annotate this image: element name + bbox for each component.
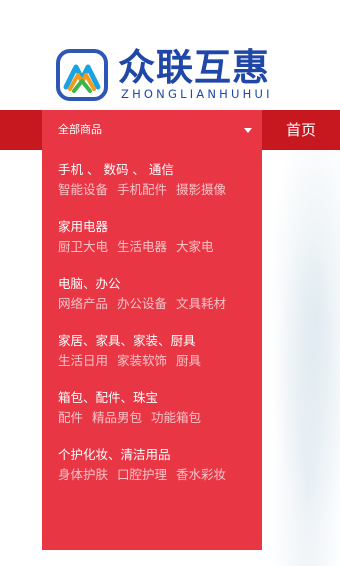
all-categories-label: 全部商品 — [58, 123, 102, 136]
subcategory-link[interactable]: 大家电 — [176, 239, 214, 254]
brand-pinyin: ZHONGLIANHUHUI — [121, 87, 273, 101]
subcategory-link[interactable]: 生活电器 — [117, 239, 167, 254]
background-decoration — [260, 150, 340, 566]
category-item-bags[interactable]: 箱包、配件、珠宝 配件 精品男包 功能箱包 — [58, 389, 258, 429]
category-item-computers[interactable]: 电脑、办公 网络产品 办公设备 文具耗材 — [58, 275, 258, 315]
category-title[interactable]: 箱包、配件、珠宝 — [58, 389, 158, 407]
site-logo[interactable]: 众联互惠 ZHONGLIANHUHUI — [56, 46, 288, 106]
category-title[interactable]: 家用电器 — [58, 218, 108, 236]
subcategory-link[interactable]: 文具耗材 — [176, 296, 226, 311]
category-title[interactable]: 手机 、 数码 、 通信 — [58, 161, 174, 179]
category-sub-links: 厨卫大电 生活电器 大家电 — [58, 236, 223, 256]
category-sub-links: 网络产品 办公设备 文具耗材 — [58, 293, 235, 313]
subcategory-link[interactable]: 家装软饰 — [117, 353, 167, 368]
category-title[interactable]: 电脑、办公 — [58, 275, 121, 293]
subcategory-link[interactable]: 生活日用 — [58, 353, 108, 368]
category-sub-links: 身体护肤 口腔护理 香水彩妆 — [58, 464, 235, 484]
subcategory-link[interactable]: 口腔护理 — [117, 467, 167, 482]
subcategory-link[interactable]: 摄影摄像 — [176, 182, 226, 197]
category-title[interactable]: 个护化妆、清洁用品 — [58, 446, 171, 464]
caret-down-icon — [244, 128, 252, 133]
subcategory-link[interactable]: 手机配件 — [117, 182, 167, 197]
category-title[interactable]: 家居、家具、家装、厨具 — [58, 332, 196, 350]
category-dropdown-panel: 手机 、 数码 、 通信 智能设备 手机配件 摄影摄像 家用电器 厨卫大电 生活电器大… — [42, 150, 262, 550]
subcategory-link[interactable]: 配件 — [58, 410, 83, 425]
subcategory-link[interactable]: 智能设备 — [58, 182, 108, 197]
subcategory-link[interactable]: 厨卫大电 — [58, 239, 108, 254]
subcategory-link[interactable]: 网络产品 — [58, 296, 108, 311]
subcategory-link[interactable]: 厨具 — [176, 353, 201, 368]
category-item-appliances[interactable]: 家用电器 厨卫大电 生活电器 大家电 — [58, 218, 258, 258]
category-sub-links: 配件 精品男包 功能箱包 — [58, 407, 210, 427]
brand-name: 众联互惠 — [118, 46, 270, 89]
category-sub-links: 生活日用 家装软饰 厨具 — [58, 350, 210, 370]
category-item-personal-care[interactable]: 个护化妆、清洁用品 身体护肤 口腔护理 香水彩妆 — [58, 446, 258, 486]
nav-left-strip — [0, 110, 42, 150]
subcategory-link[interactable]: 身体护肤 — [58, 467, 108, 482]
subcategory-link[interactable]: 精品男包 — [92, 410, 142, 425]
category-item-phones[interactable]: 手机 、 数码 、 通信 智能设备 手机配件 摄影摄像 — [58, 161, 258, 201]
subcategory-link[interactable]: 功能箱包 — [151, 410, 201, 425]
subcategory-link[interactable]: 办公设备 — [117, 296, 167, 311]
nav-home-link[interactable]: 首页 — [262, 110, 340, 150]
category-item-home[interactable]: 家居、家具、家装、厨具 生活日用 家装软饰 厨具 — [58, 332, 258, 372]
subcategory-link[interactable]: 香水彩妆 — [176, 467, 226, 482]
all-categories-toggle[interactable]: 全部商品 — [42, 110, 262, 150]
category-sub-links: 智能设备 手机配件 摄影摄像 — [58, 179, 235, 199]
logo-mark-icon — [56, 49, 108, 101]
